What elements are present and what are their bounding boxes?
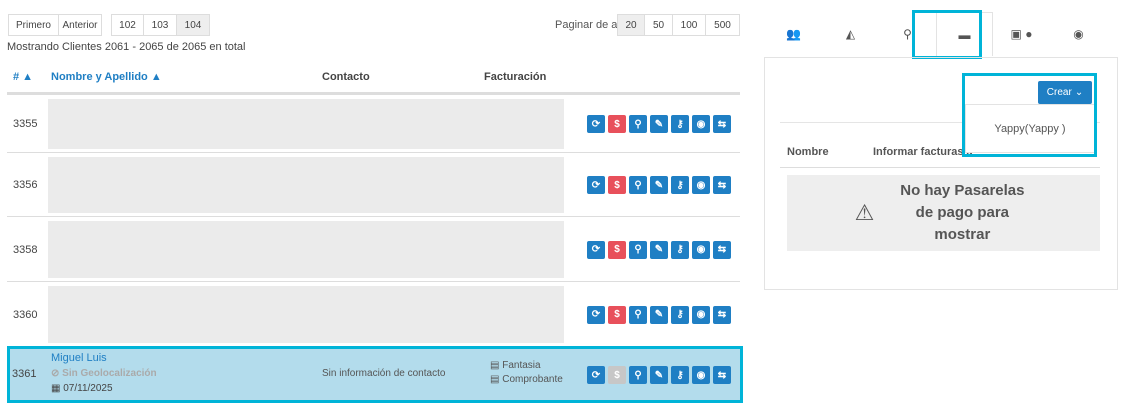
row-id: 3355 <box>13 118 38 130</box>
page-102-button[interactable]: 102 <box>111 14 144 36</box>
tab-eye[interactable]: ◉ <box>1050 12 1107 56</box>
per-page-20[interactable]: 20 <box>617 14 645 36</box>
row-actions: ⟳ $ ⚲ ✎ ⚷ ◉ ⇆ <box>587 115 731 133</box>
pencil-button[interactable]: ✎ <box>650 115 668 133</box>
eye-button[interactable]: ◉ <box>692 115 710 133</box>
redacted-content <box>48 286 564 343</box>
search-button[interactable]: ⚲ <box>629 240 647 259</box>
contact-info: Sin información de contacto <box>322 368 446 379</box>
per-page-label: Paginar de a <box>555 19 618 31</box>
pencil-button[interactable]: ✎ <box>650 305 668 324</box>
client-name-link[interactable]: Miguel Luis <box>51 352 107 364</box>
table-row[interactable]: 3358 ⟳ $ ⚲ ✎ ⚷ ◉ ⇆ <box>7 216 740 281</box>
pencil-button[interactable]: ✎ <box>650 366 668 384</box>
search-button[interactable]: ⚲ <box>629 305 647 324</box>
users-icon: 👥 <box>786 27 801 41</box>
calendar-icon: ▦ <box>51 383 61 394</box>
key-button[interactable]: ⚷ <box>671 366 689 384</box>
per-page-500[interactable]: 500 <box>705 14 740 36</box>
warning-icon: ⚠ <box>854 200 875 225</box>
dollar-button[interactable]: $ <box>608 366 626 384</box>
empty-message: No hay Pasarelas de pago para mostrar <box>900 182 1025 243</box>
dollar-button[interactable]: $ <box>608 240 626 259</box>
dropdown-highlight <box>962 73 1097 157</box>
header-id[interactable]: # ▲ <box>13 71 33 83</box>
per-page-50[interactable]: 50 <box>644 14 673 36</box>
chart-icon: ◭ <box>845 27 856 41</box>
android-apple-icon: ▣ ● <box>1010 27 1033 41</box>
tab-chart[interactable]: ◭ <box>822 12 879 56</box>
row-actions: ⟳ $ ⚲ ✎ ⚷ ◉ ⇆ <box>587 366 731 384</box>
refresh-button[interactable]: ⟳ <box>587 176 605 194</box>
eye-button[interactable]: ◉ <box>692 176 710 194</box>
table-row[interactable]: 3360 ⟳ $ ⚲ ✎ ⚷ ◉ ⇆ <box>7 281 740 346</box>
transfer-button[interactable]: ⇆ <box>713 305 731 324</box>
per-page-100[interactable]: 100 <box>672 14 706 36</box>
row-actions: ⟳ $ ⚲ ✎ ⚷ ◉ ⇆ <box>587 240 731 259</box>
key-button[interactable]: ⚷ <box>671 176 689 194</box>
table-row[interactable]: 3355 ⟳ $ ⚲ ✎ ⚷ ◉ ⇆ <box>7 94 740 152</box>
redacted-content <box>48 99 564 149</box>
key-button[interactable]: ⚷ <box>671 305 689 324</box>
eye-button[interactable]: ◉ <box>692 366 710 384</box>
refresh-button[interactable]: ⟳ <box>587 240 605 259</box>
header-contact: Contacto <box>322 71 370 83</box>
page-first-button[interactable]: Primero <box>8 14 59 36</box>
col-name: Nombre <box>787 146 829 158</box>
refresh-button[interactable]: ⟳ <box>587 366 605 384</box>
redacted-content <box>48 157 564 213</box>
document-icon: ▤ <box>490 374 500 385</box>
geo-status: ⊘ Sin Geolocalización <box>51 368 157 379</box>
header-name[interactable]: Nombre y Apellido ▲ <box>51 71 162 83</box>
pencil-button[interactable]: ✎ <box>650 176 668 194</box>
no-location-icon: ⊘ <box>51 368 60 379</box>
page-104-button[interactable]: 104 <box>176 14 210 36</box>
page-prev-button[interactable]: Anterior <box>58 14 102 36</box>
dollar-button[interactable]: $ <box>608 305 626 324</box>
active-tab-highlight <box>912 10 982 59</box>
page-103-button[interactable]: 103 <box>143 14 177 36</box>
eye-button[interactable]: ◉ <box>692 305 710 324</box>
row-id: 3356 <box>13 179 38 191</box>
refresh-button[interactable]: ⟳ <box>587 115 605 133</box>
tab-users[interactable]: 👥 <box>765 12 822 56</box>
row-actions: ⟳ $ ⚲ ✎ ⚷ ◉ ⇆ <box>587 305 731 324</box>
refresh-button[interactable]: ⟳ <box>587 305 605 324</box>
col-invoice: Informar facturas a <box>873 146 973 158</box>
key-button[interactable]: ⚷ <box>671 240 689 259</box>
transfer-button[interactable]: ⇆ <box>713 366 731 384</box>
key-button[interactable]: ⚷ <box>671 115 689 133</box>
billing-comprobante: ▤ Comprobante <box>490 374 563 385</box>
row-id: 3360 <box>13 308 38 321</box>
search-button[interactable]: ⚲ <box>629 366 647 384</box>
dollar-button[interactable]: $ <box>608 176 626 194</box>
search-button[interactable]: ⚲ <box>629 115 647 133</box>
map-marker-icon: ⚲ <box>903 27 912 41</box>
document-icon: ▤ <box>490 360 500 371</box>
transfer-button[interactable]: ⇆ <box>713 176 731 194</box>
pencil-button[interactable]: ✎ <box>650 240 668 259</box>
transfer-button[interactable]: ⇆ <box>713 240 731 259</box>
divider <box>780 167 1100 168</box>
results-summary: Mostrando Clientes 2061 - 2065 de 2065 e… <box>7 41 246 53</box>
row-id: 3358 <box>13 243 38 256</box>
billing-fantasia: ▤ Fantasia <box>490 360 541 371</box>
empty-state: ⚠ No hay Pasarelas de pago para mostrar <box>787 175 1100 251</box>
row-actions: ⟳ $ ⚲ ✎ ⚷ ◉ ⇆ <box>587 176 731 194</box>
row-id: 3361 <box>12 368 37 380</box>
table-row-selected[interactable]: 3361 Miguel Luis ⊘ Sin Geolocalización ▦… <box>7 346 743 403</box>
transfer-button[interactable]: ⇆ <box>713 115 731 133</box>
table-row[interactable]: 3356 ⟳ $ ⚲ ✎ ⚷ ◉ ⇆ <box>7 152 740 216</box>
tab-android-apple[interactable]: ▣ ● <box>993 12 1050 56</box>
eye-icon: ◉ <box>1073 27 1084 41</box>
header-billing: Facturación <box>484 71 547 83</box>
date-text: 07/11/2025 <box>63 383 113 394</box>
dollar-button[interactable]: $ <box>608 115 626 133</box>
eye-button[interactable]: ◉ <box>692 240 710 259</box>
geo-text: Sin Geolocalización <box>62 368 157 379</box>
search-button[interactable]: ⚲ <box>629 176 647 194</box>
date: ▦ 07/11/2025 <box>51 383 113 394</box>
redacted-content <box>48 221 564 278</box>
